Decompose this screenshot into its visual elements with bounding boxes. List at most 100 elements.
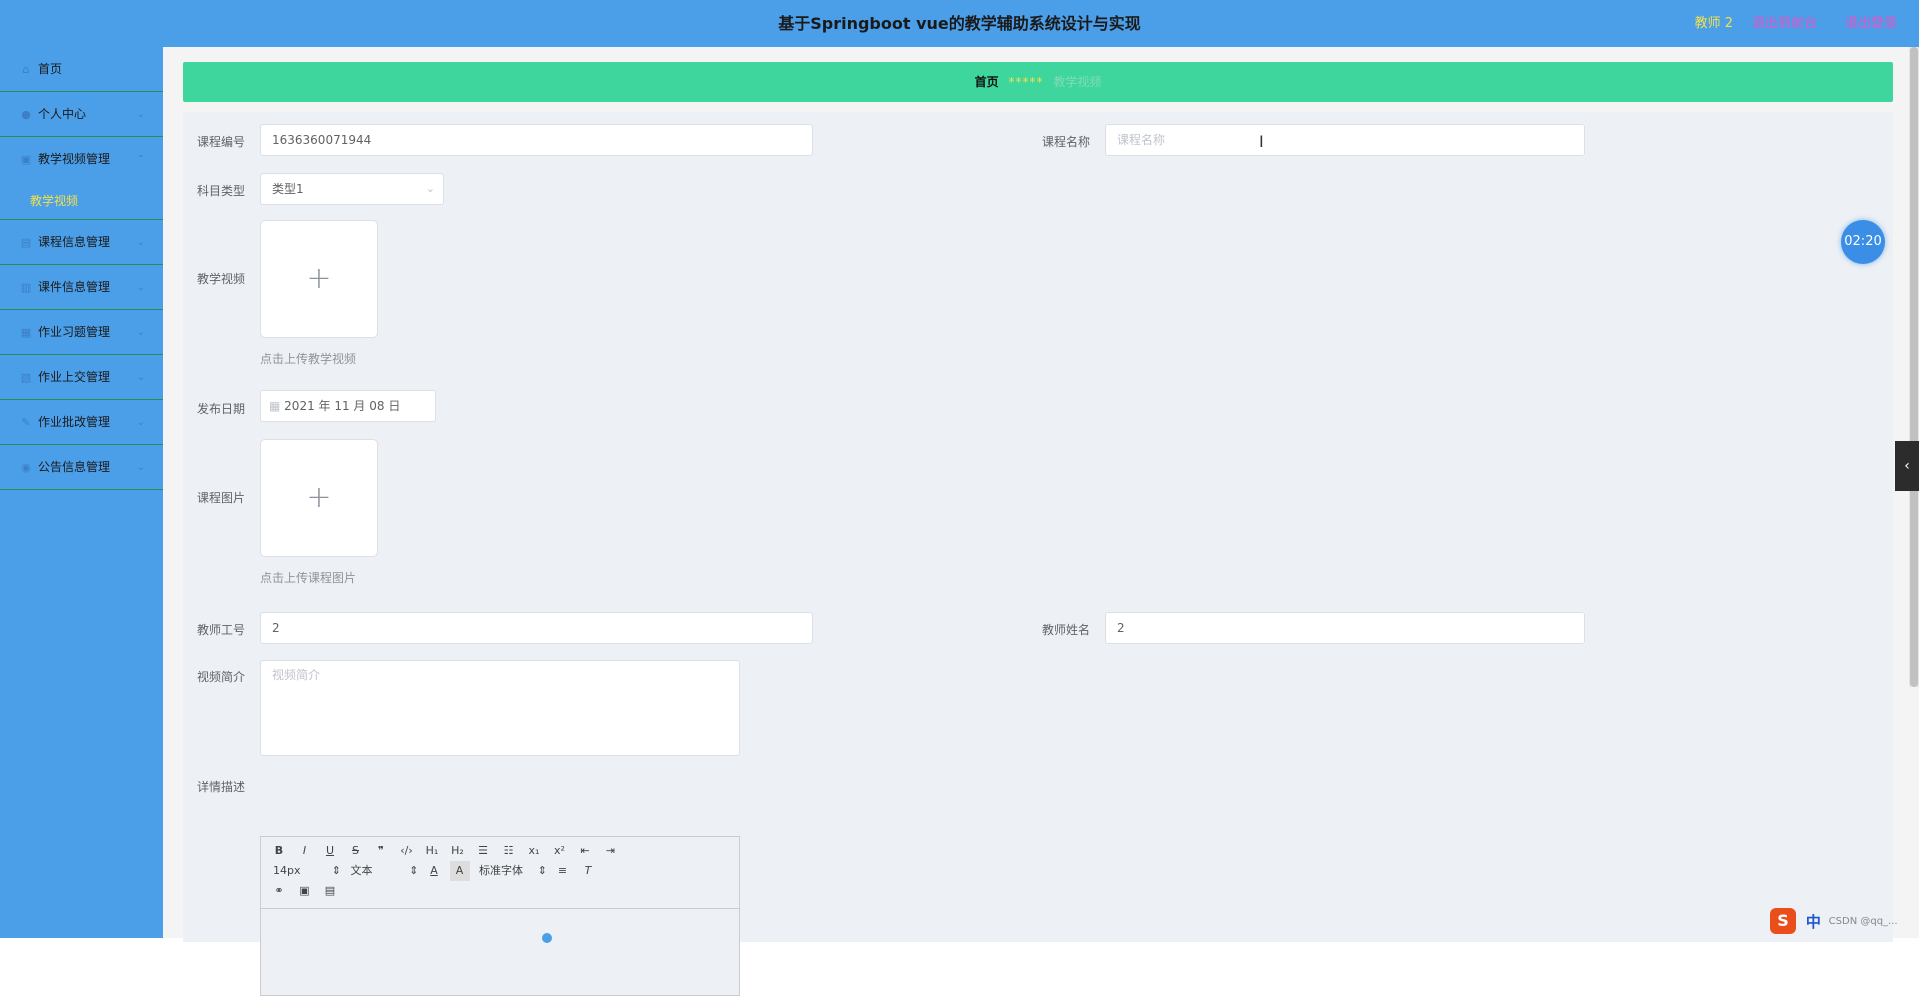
pointer-dot [542, 933, 552, 943]
sidebar: ⌂首页 ● 个人中心 ⌄ ▣教学视频管理 ⌃ 教学视频 ▤ 课程信息管理 ⌄ ▥课件… [0, 47, 163, 938]
video-label: 教学视频 [183, 270, 245, 287]
font-color-icon[interactable]: A [424, 861, 444, 881]
course-no-label: 课程编号 [183, 133, 245, 150]
font-family-select[interactable]: 标准字体 ⇕ [475, 861, 547, 881]
intro-label: 视频简介 [183, 668, 245, 685]
chevron-left-icon: ‹ [1904, 458, 1910, 474]
detail-label: 详情描述 [183, 778, 245, 795]
course-image-upload-tip: 点击上传课程图片 [260, 569, 356, 586]
sidebar-item-label: 作业上交管理 [38, 370, 110, 384]
notice-icon: ◉ [20, 462, 32, 474]
app-title: 基于Springboot vue的教学辅助系统设计与实现 [0, 0, 1919, 47]
breadcrumb-home[interactable]: 首页 [975, 75, 999, 89]
timer-badge[interactable]: 02:20 [1841, 220, 1885, 264]
main-content: 首页 ***** 教学视频 课程编号 1636360071944 课程名称 课程… [163, 47, 1919, 938]
subject-type-label: 科目类型 [183, 182, 245, 199]
block-type-select[interactable]: 文本 ⇕ [347, 861, 419, 881]
course-no-input[interactable]: 1636360071944 [260, 124, 813, 156]
sidebar-item-submission-manage[interactable]: ▧作业上交管理 ⌄ [0, 355, 163, 400]
chevron-down-icon: ⌄ [137, 400, 145, 445]
bold-button[interactable]: B [269, 841, 289, 861]
updown-icon: ⇕ [332, 861, 341, 881]
publish-date-picker[interactable]: ▦ 2021 年 11 月 08 日 [260, 390, 436, 422]
video-icon[interactable]: ▤ [320, 881, 340, 901]
text-cursor-icon: I [1259, 132, 1264, 151]
breadcrumb: 首页 ***** 教学视频 [183, 62, 1893, 102]
sidebar-subitem-video[interactable]: 教学视频 [0, 182, 163, 220]
teacher-no-label: 教师工号 [183, 621, 245, 638]
sidebar-item-label: 作业习题管理 [38, 325, 110, 339]
sidebar-item-courseware-manage[interactable]: ▥课件信息管理 ⌄ [0, 265, 163, 310]
updown-icon: ⇕ [538, 861, 547, 881]
breadcrumb-current: 教学视频 [1053, 75, 1101, 89]
align-icon[interactable]: ≡ [553, 861, 573, 881]
plus-icon: + [306, 261, 331, 296]
video-upload-tip: 点击上传教学视频 [260, 350, 356, 367]
block-type-value: 文本 [351, 864, 373, 877]
clear-format-icon[interactable]: T [578, 861, 598, 881]
chevron-down-icon: ⌄ [137, 445, 145, 490]
course-image-upload-button[interactable]: + [260, 439, 378, 557]
teacher-no-input[interactable]: 2 [260, 612, 813, 644]
chevron-down-icon: ⌄ [426, 174, 435, 204]
ime-mode[interactable]: 中 [1806, 913, 1821, 931]
sidebar-item-home[interactable]: ⌂首页 [0, 47, 163, 92]
blockquote-button[interactable]: ❞ [371, 841, 391, 861]
sidebar-item-notice-manage[interactable]: ◉公告信息管理 ⌄ [0, 445, 163, 490]
ordered-list-button[interactable]: ☰ [473, 841, 493, 861]
italic-button[interactable]: I [295, 841, 315, 861]
course-icon: ▤ [20, 237, 32, 249]
sidebar-item-label: 课件信息管理 [38, 280, 110, 294]
scrollbar-thumb[interactable] [1910, 47, 1918, 687]
sidebar-item-exercise-manage[interactable]: ▦ 作业习题管理 ⌄ [0, 310, 163, 355]
chevron-down-icon: ⌄ [137, 220, 145, 265]
strike-button[interactable]: S [346, 841, 366, 861]
updown-icon: ⇕ [409, 861, 418, 881]
course-name-input[interactable]: 课程名称 [1105, 124, 1585, 156]
subscript-button[interactable]: x₁ [524, 841, 544, 861]
sidebar-item-course-manage[interactable]: ▤ 课程信息管理 ⌄ [0, 220, 163, 265]
page-scrollbar[interactable] [1909, 47, 1919, 687]
side-panel-toggle[interactable]: ‹ [1895, 441, 1919, 491]
calendar-icon: ▦ [269, 399, 280, 413]
sidebar-item-label: 课程信息管理 [38, 235, 110, 249]
video-upload-button[interactable]: + [260, 220, 378, 338]
superscript-button[interactable]: x² [550, 841, 570, 861]
teacher-name-input[interactable]: 2 [1105, 612, 1585, 644]
image-icon[interactable]: ▣ [295, 881, 315, 901]
intro-textarea[interactable]: 视频简介 [260, 660, 740, 756]
review-icon: ✎ [20, 417, 32, 429]
link-icon[interactable]: ⚭ [269, 881, 289, 901]
breadcrumb-separator: ***** [1009, 75, 1044, 89]
sidebar-item-review-manage[interactable]: ✎作业批改管理 ⌄ [0, 400, 163, 445]
background-color-icon[interactable]: A [450, 861, 470, 881]
video-form: 课程编号 1636360071944 课程名称 课程名称 科目类型 类型1 ⌄ … [183, 112, 1893, 942]
indent-button[interactable]: ⇥ [601, 841, 621, 861]
chevron-up-icon: ⌃ [137, 137, 145, 182]
editor-toolbar: B I U S ❞ ‹/› H₁ H₂ ☰ ☷ x₁ x² ⇤ ⇥ 14px ⇕ [261, 837, 739, 909]
logout-link[interactable]: 退出登录 [1845, 0, 1897, 47]
sidebar-item-profile[interactable]: ●个人中心 ⌄ [0, 92, 163, 137]
header2-button[interactable]: H₂ [448, 841, 468, 861]
user-icon: ● [20, 109, 32, 121]
ime-logo-icon[interactable]: S [1770, 908, 1796, 934]
sidebar-item-label: 个人中心 [38, 107, 86, 121]
underline-button[interactable]: U [320, 841, 340, 861]
publish-date-label: 发布日期 [183, 400, 245, 417]
top-header: 基于Springboot vue的教学辅助系统设计与实现 教师 2 退出到前台 … [0, 0, 1919, 47]
exercise-icon: ▦ [20, 327, 32, 339]
font-size-select[interactable]: 14px ⇕ [269, 861, 341, 881]
publish-date-value: 2021 年 11 月 08 日 [284, 399, 400, 413]
bullet-list-button[interactable]: ☷ [499, 841, 519, 861]
outdent-button[interactable]: ⇤ [575, 841, 595, 861]
watermark: CSDN @qq_... [1829, 916, 1898, 927]
sidebar-item-label: 教学视频管理 [38, 152, 110, 166]
rich-text-editor: B I U S ❞ ‹/› H₁ H₂ ☰ ☷ x₁ x² ⇤ ⇥ 14px ⇕ [260, 836, 740, 996]
chevron-down-icon: ⌄ [137, 310, 145, 355]
sidebar-item-video-manage[interactable]: ▣教学视频管理 ⌃ [0, 137, 163, 182]
current-user: 教师 2 [1695, 0, 1733, 47]
header1-button[interactable]: H₁ [422, 841, 442, 861]
code-block-button[interactable]: ‹/› [397, 841, 417, 861]
subject-type-select[interactable]: 类型1 ⌄ [260, 173, 444, 205]
back-to-frontend-link[interactable]: 退出到前台 [1752, 0, 1817, 47]
